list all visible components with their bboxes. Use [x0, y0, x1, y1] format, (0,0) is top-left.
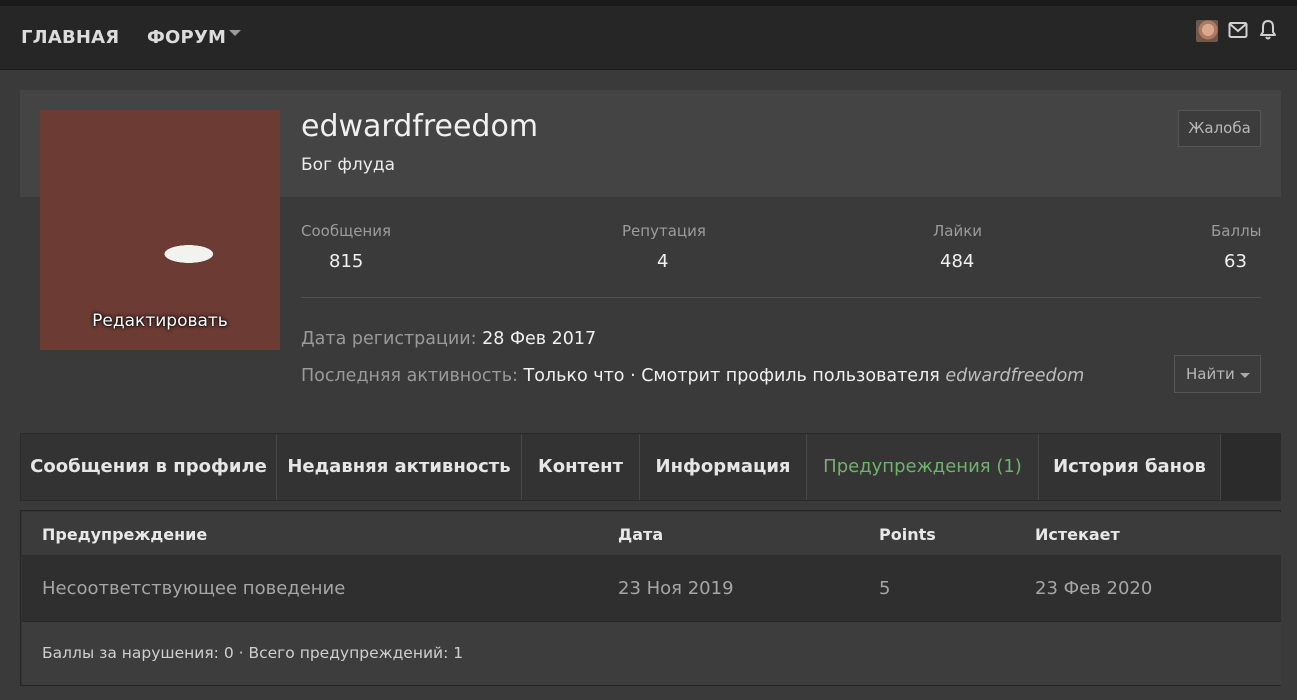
stats-divider: [301, 297, 1261, 298]
tab-ban-history[interactable]: История банов: [1039, 434, 1221, 500]
warnings-summary: Баллы за нарушения: 0 · Всего предупрежд…: [42, 644, 464, 662]
tab-warnings[interactable]: Предупреждения (1): [807, 434, 1039, 500]
nav-home[interactable]: ГЛАВНАЯ: [21, 27, 119, 48]
stat-reputation-label: Репутация: [622, 222, 706, 240]
stat-messages-value[interactable]: 815: [329, 251, 363, 272]
warnings-table: Предупреждение Дата Points Истекает Несо…: [20, 510, 1281, 686]
tab-information[interactable]: Информация: [640, 434, 807, 500]
warning-title[interactable]: Несоответствующее поведение: [42, 578, 345, 599]
find-button[interactable]: Найти: [1174, 355, 1261, 393]
username: edwardfreedom: [301, 109, 539, 144]
tab-profile-posts[interactable]: Сообщения в профиле: [21, 434, 277, 500]
nav-forum[interactable]: ФОРУМ: [147, 27, 226, 48]
last-activity-target-link[interactable]: edwardfreedom: [945, 366, 1084, 386]
stat-points-label: Баллы: [1211, 222, 1262, 240]
table-header: Предупреждение Дата Points Истекает: [22, 512, 1281, 556]
stat-likes-value[interactable]: 484: [940, 251, 974, 272]
registration-date: Дата регистрации: 28 Фев 2017: [301, 329, 597, 349]
last-activity: Последняя активность: Только что · Смотр…: [301, 366, 1085, 386]
profile-tabs: Сообщения в профиле Недавняя активность …: [20, 433, 1281, 501]
column-points: Points: [879, 525, 936, 544]
tab-recent-activity[interactable]: Недавняя активность: [277, 434, 522, 500]
warning-expires: 23 Фев 2020: [1035, 578, 1153, 599]
top-navigation: ГЛАВНАЯ ФОРУМ: [0, 0, 1297, 70]
stat-messages-label: Сообщения: [301, 222, 392, 240]
mail-icon[interactable]: [1228, 21, 1248, 39]
chevron-down-icon[interactable]: [229, 30, 241, 36]
chevron-down-icon: [1240, 373, 1250, 378]
column-warning: Предупреждение: [42, 525, 208, 544]
user-title: Бог флуда: [301, 155, 396, 175]
stat-points-value[interactable]: 63: [1224, 251, 1247, 272]
table-row[interactable]: Несоответствующее поведение 23 Ноя 2019 …: [22, 556, 1281, 622]
stat-likes-label: Лайки: [933, 222, 983, 240]
tab-content[interactable]: Контент: [522, 434, 640, 500]
column-date: Дата: [618, 525, 664, 544]
warning-points: 5: [879, 578, 891, 599]
stat-reputation-value[interactable]: 4: [657, 251, 668, 272]
column-expires: Истекает: [1035, 525, 1120, 544]
edit-avatar-link[interactable]: Редактировать: [40, 311, 280, 331]
report-button[interactable]: Жалоба: [1178, 110, 1261, 147]
warning-date: 23 Ноя 2019: [618, 578, 734, 599]
avatar-icon[interactable]: [1196, 20, 1218, 42]
table-footer: Баллы за нарушения: 0 · Всего предупрежд…: [22, 622, 1281, 685]
bell-icon[interactable]: [1258, 19, 1278, 41]
